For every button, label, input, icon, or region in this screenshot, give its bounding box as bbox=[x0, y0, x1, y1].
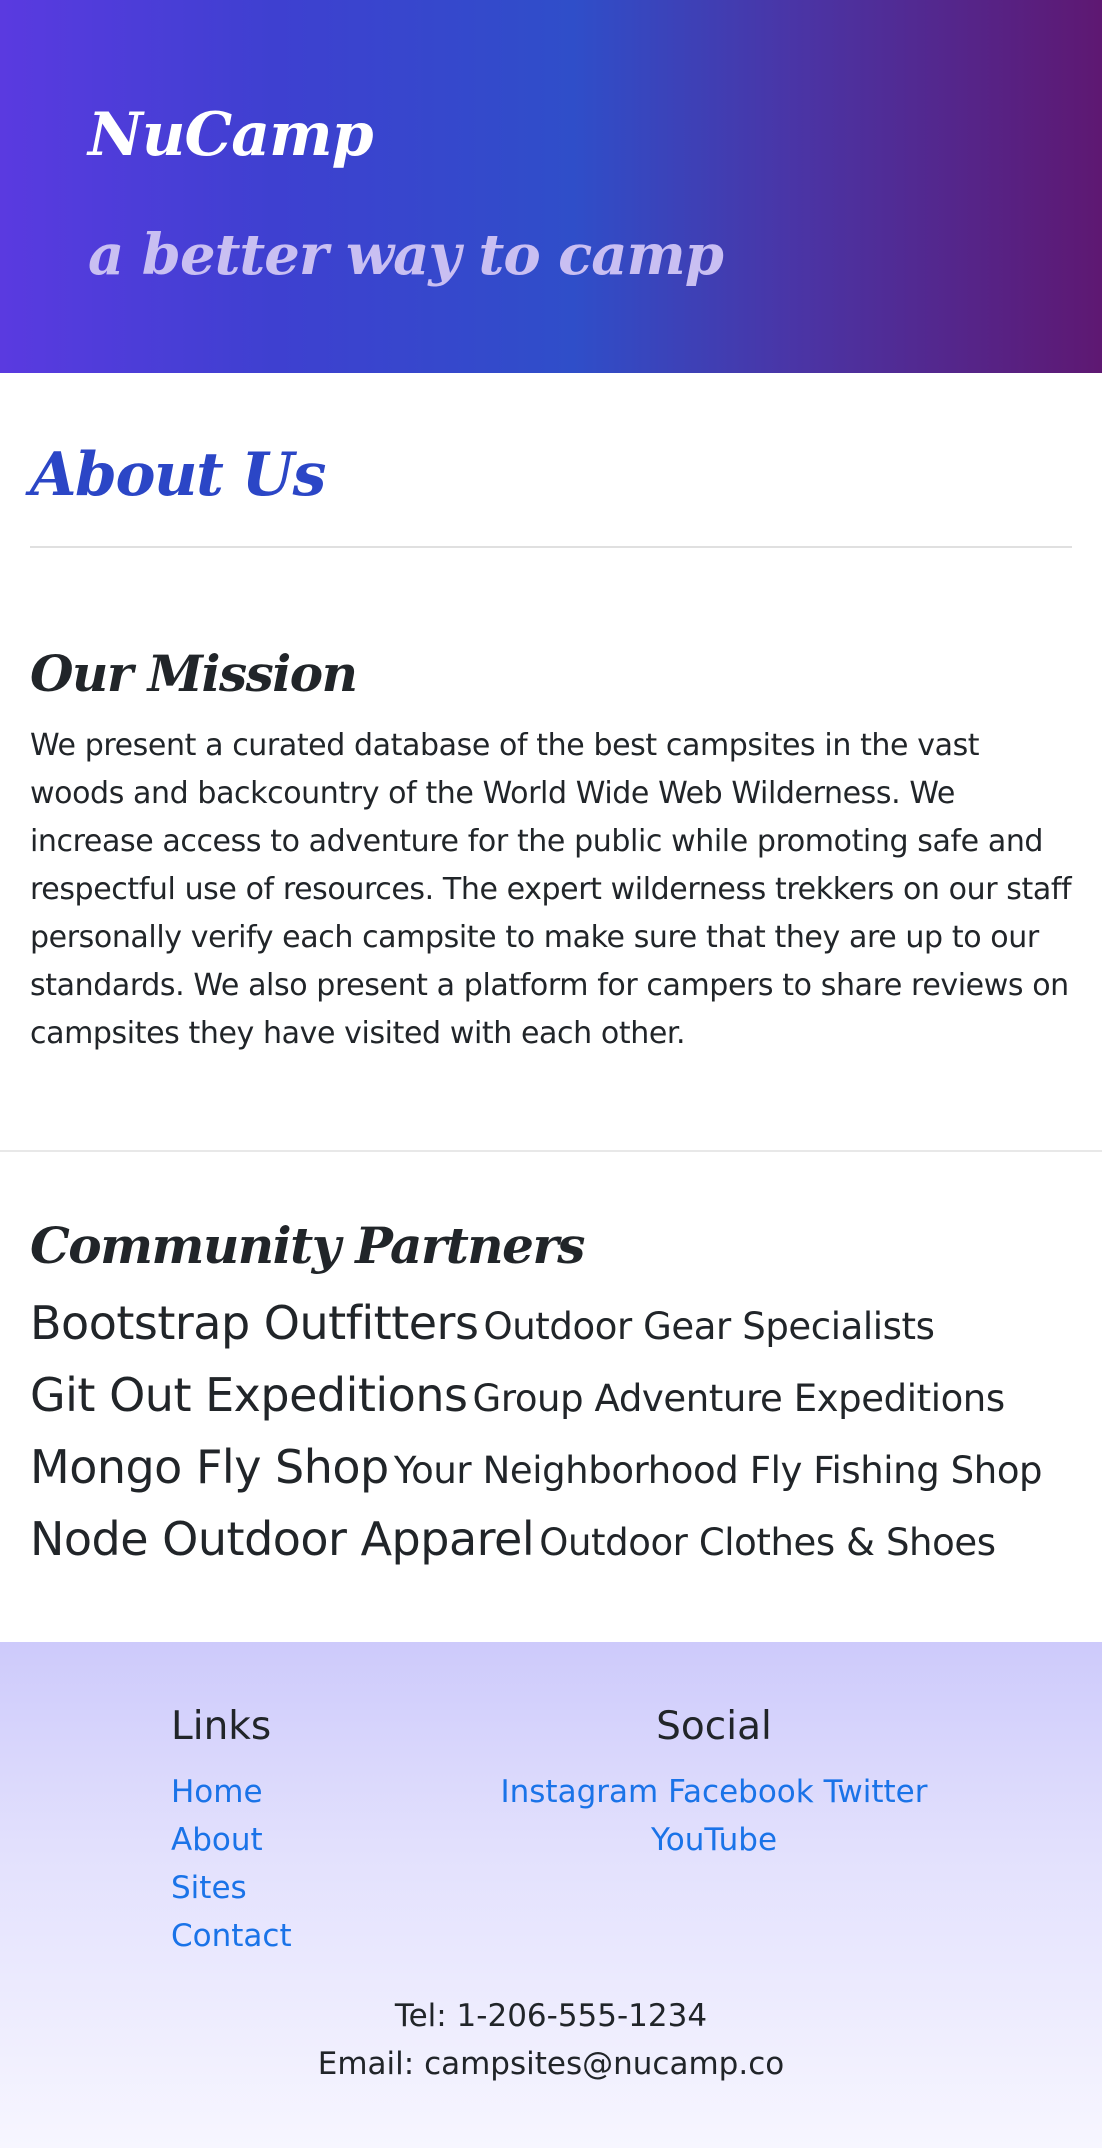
header-jumbotron: NuCamp a better way to camp bbox=[0, 0, 1102, 373]
partner-item: Mongo Fly Shop Your Neighborhood Fly Fis… bbox=[30, 1434, 1043, 1506]
partner-name: Bootstrap Outfitters bbox=[30, 1296, 479, 1350]
contact-tel: Tel: 1-206-555-1234 bbox=[394, 1998, 708, 2034]
footer-link-about[interactable]: About bbox=[171, 1822, 263, 1858]
title-divider bbox=[30, 546, 1072, 548]
partner-description: Outdoor Clothes & Shoes bbox=[539, 1521, 996, 1564]
contact-email: Email: campsites@nucamp.co bbox=[317, 2046, 785, 2082]
brand-title: NuCamp bbox=[88, 100, 374, 170]
partner-description: Your Neighborhood Fly Fishing Shop bbox=[393, 1449, 1043, 1492]
footer-link-contact[interactable]: Contact bbox=[171, 1918, 292, 1954]
social-link-facebook[interactable]: Facebook bbox=[668, 1774, 814, 1810]
page-title: About Us bbox=[30, 440, 326, 510]
partner-name: Node Outdoor Apparel bbox=[30, 1512, 535, 1566]
mission-text: We present a curated database of the bes… bbox=[30, 728, 1072, 1051]
partner-description: Outdoor Gear Specialists bbox=[483, 1305, 935, 1348]
footer-links-list: Home About Sites Contact bbox=[171, 1768, 292, 1960]
partner-item: Bootstrap Outfitters Outdoor Gear Specia… bbox=[30, 1290, 1042, 1362]
section-divider bbox=[0, 1150, 1102, 1152]
social-link-youtube[interactable]: YouTube bbox=[651, 1822, 777, 1858]
social-link-instagram[interactable]: Instagram bbox=[500, 1774, 658, 1810]
partner-name: Mongo Fly Shop bbox=[30, 1440, 389, 1494]
partner-item: Node Outdoor Apparel Outdoor Clothes & S… bbox=[30, 1506, 1042, 1578]
partner-description: Group Adventure Expeditions bbox=[472, 1377, 1006, 1420]
social-link-twitter[interactable]: Twitter bbox=[824, 1774, 928, 1810]
contact-info: Tel: 1-206-555-1234 Email: campsites@nuc… bbox=[0, 1992, 1102, 2088]
partners-list: Bootstrap Outfitters Outdoor Gear Specia… bbox=[30, 1290, 1043, 1578]
partner-item: Git Out Expeditions Group Adventure Expe… bbox=[30, 1362, 1042, 1434]
mission-heading: Our Mission bbox=[30, 644, 358, 703]
tagline: a better way to camp bbox=[88, 222, 724, 288]
social-links: Instagram Facebook Twitter YouTube bbox=[460, 1768, 968, 1864]
partner-name: Git Out Expeditions bbox=[30, 1368, 468, 1422]
footer-link-home[interactable]: Home bbox=[171, 1774, 263, 1810]
partners-heading: Community Partners bbox=[30, 1216, 585, 1275]
footer-link-sites[interactable]: Sites bbox=[171, 1870, 247, 1906]
social-column-title: Social bbox=[656, 1704, 772, 1749]
links-column-title: Links bbox=[171, 1704, 272, 1749]
